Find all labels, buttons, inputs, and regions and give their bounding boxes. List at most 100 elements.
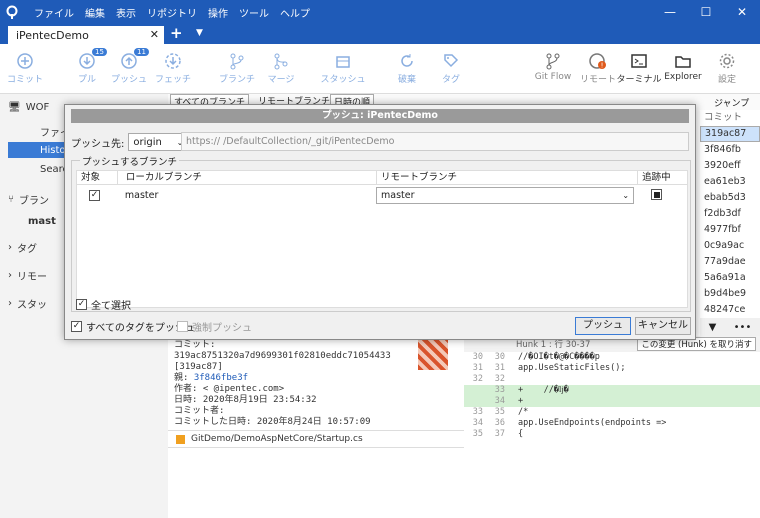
remote-branch-select[interactable]: master ⌄ — [376, 186, 635, 204]
maximize-icon[interactable]: ☐ — [688, 0, 724, 24]
remote-select[interactable]: origin ⌄ — [128, 133, 189, 151]
sidebar-item-master[interactable]: mast — [28, 216, 56, 227]
chevron-down-icon[interactable]: ▼ — [196, 28, 203, 38]
avatar — [418, 340, 448, 370]
tracking-checkbox[interactable] — [651, 189, 663, 201]
stash-button[interactable]: スタッシュ — [318, 50, 368, 85]
commit-detail-panel: コミット: 319ac8751320a7d9699301f02810eddc71… — [168, 336, 464, 518]
sidebar-item-branches[interactable]: ⑂ ブラン — [8, 192, 49, 207]
menu-help[interactable]: ヘルプ — [280, 5, 310, 20]
stash-icon — [318, 50, 368, 72]
commit-row[interactable]: ebab5d3 — [700, 190, 760, 206]
changed-file-row[interactable]: GitDemo/DemoAspNetCore/Startup.cs — [168, 430, 464, 448]
menu-edit[interactable]: 編集 — [85, 5, 105, 20]
commit-row[interactable]: b9d4be9 — [700, 286, 760, 302]
chevron-down-icon: ⌄ — [622, 190, 630, 200]
push-button[interactable]: 11 プッシュ — [104, 48, 154, 85]
col-target: 対象 — [81, 172, 101, 183]
fetch-button[interactable]: フェッチ — [148, 50, 198, 85]
settings-button[interactable]: 設定 — [702, 50, 752, 85]
commit-row[interactable]: f2db3df — [700, 206, 760, 222]
push-dialog: プッシュ: iPentecDemo プッシュ先: origin ⌄ https:… — [64, 104, 696, 340]
menu-tools[interactable]: ツール — [239, 5, 269, 20]
col-local-branch: ローカルブランチ — [116, 171, 376, 184]
commit-row[interactable]: 48247ce — [700, 302, 760, 318]
cancel-button[interactable]: キャンセル — [635, 317, 691, 335]
more-icon[interactable]: ••• — [734, 322, 752, 333]
terminal-button[interactable]: ターミナル — [614, 50, 664, 85]
commit-row[interactable]: 77a9dae — [700, 254, 760, 270]
branch-icon: ⑂ — [8, 194, 14, 205]
stash-icon: › — [8, 298, 12, 309]
tab-label: iPentecDemo — [16, 28, 89, 42]
commit-row[interactable]: 0c9a9ac — [700, 238, 760, 254]
commit-row[interactable]: 3f846fb — [700, 142, 760, 158]
menu-view[interactable]: 表示 — [116, 5, 136, 20]
menu-repository[interactable]: リポジトリ — [147, 5, 197, 20]
tag-button[interactable]: タグ — [426, 50, 476, 85]
parent-row: 親: 3f846fbe3f — [174, 373, 249, 383]
commit-row[interactable]: ea61eb3 — [700, 174, 760, 190]
menu-actions[interactable]: 操作 — [208, 5, 228, 20]
branches-table: 対象 ローカルブランチ リモートブランチ 追跡中 ✓ master master… — [76, 170, 688, 308]
plus-icon — [0, 50, 50, 72]
menu-file[interactable]: ファイル — [34, 5, 74, 20]
tab-bar: iPentecDemo ✕ + ▼ — [0, 24, 760, 44]
push-branch-checkbox[interactable]: ✓ — [89, 190, 100, 201]
select-all-checkbox[interactable]: ✓ — [76, 299, 87, 310]
tab-close-icon[interactable]: ✕ — [150, 28, 159, 41]
modified-file-icon — [176, 434, 185, 444]
minimize-icon[interactable]: — — [652, 0, 688, 24]
terminal-icon — [614, 50, 664, 72]
push-all-tags-checkbox[interactable]: ✓ — [71, 321, 82, 332]
diff-line: 34 36 app.UseEndpoints(endpoints => — [472, 418, 667, 428]
merge-button[interactable]: マージ — [256, 50, 306, 85]
new-tab-icon[interactable]: + — [170, 24, 183, 42]
commit-column-header: コミット — [704, 112, 743, 123]
title-bar: ファイル 編集 表示 リポジトリ 操作 ツール ヘルプ — ☐ ✕ — [0, 0, 760, 24]
merge-icon — [256, 50, 306, 72]
sidebar-item-stashes[interactable]: › スタッ — [8, 296, 47, 311]
push-branches-group: プッシュするブランチ 対象 ローカルブランチ リモートブランチ 追跡中 ✓ ma… — [71, 154, 691, 312]
local-branch-cell: master — [124, 189, 159, 201]
commit-row[interactable]: 4977fbf — [700, 222, 760, 238]
diff-panel: Hunk 1 : 行 30-37 この変更 (Hunk) を取り消す 30 30/… — [464, 336, 760, 518]
sidebar-item-workspace[interactable]: 🖥 WOF — [8, 102, 49, 113]
committer-row: コミット者: — [174, 406, 225, 416]
col-tracking: 追跡中 — [637, 171, 687, 184]
force-push-checkbox[interactable] — [177, 321, 188, 332]
toolbar: コミット 15 プル 11 プッシュ フェッチ ブランチ マージ スタッシュ 破棄 … — [0, 44, 760, 94]
sidebar-item-tags[interactable]: › タグ — [8, 240, 37, 255]
commit-row[interactable]: 5a6a91a — [700, 270, 760, 286]
diff-line: 33 35/* — [472, 407, 529, 417]
chevron-down-icon[interactable]: ▼ — [709, 322, 717, 333]
push-button[interactable]: プッシュ — [575, 317, 631, 335]
fetch-icon — [148, 50, 198, 72]
select-all-row: ✓ 全て選択 — [76, 299, 131, 312]
close-icon[interactable]: ✕ — [724, 0, 760, 24]
push-count-badge: 11 — [134, 48, 149, 56]
branch-button[interactable]: ブランチ — [212, 50, 262, 85]
diff-line: 30 30//�OI�t�@�C����p — [472, 352, 600, 362]
tag-icon: › — [8, 242, 12, 253]
menu-bar: ファイル 編集 表示 リポジトリ 操作 ツール ヘルプ — [34, 5, 310, 20]
sidebar-item-remotes[interactable]: › リモー — [8, 268, 47, 283]
diff-line: 35 37{ — [472, 429, 524, 439]
commit-label: コミット: — [174, 340, 216, 350]
parent-link[interactable]: 3f846fbe3f — [194, 373, 248, 383]
table-row: ✓ master master ⌄ — [77, 185, 687, 205]
commit-short-hash: [319ac87] — [174, 362, 223, 372]
commit-row[interactable]: 319ac87 — [700, 126, 760, 142]
commit-button[interactable]: コミット — [0, 50, 50, 85]
commit-hash: 319ac8751320a7d9699301f02810eddc71054433 — [174, 351, 391, 361]
push-to-label: プッシュ先: — [71, 138, 125, 150]
gitflow-button[interactable]: Git Flow — [528, 50, 578, 82]
commit-list: コミット 319ac87 3f846fb 3920eff ea61eb3 eba… — [700, 110, 760, 318]
explorer-button[interactable]: Explorer — [658, 50, 708, 82]
tab-repository[interactable]: iPentecDemo ✕ — [8, 26, 164, 44]
remote-url-field[interactable]: https:// /DefaultCollection/_git/iPentec… — [181, 132, 689, 151]
folder-icon — [658, 50, 708, 72]
branch-icon — [212, 50, 262, 72]
discard-button[interactable]: 破棄 — [382, 50, 432, 85]
commit-row[interactable]: 3920eff — [700, 158, 760, 174]
